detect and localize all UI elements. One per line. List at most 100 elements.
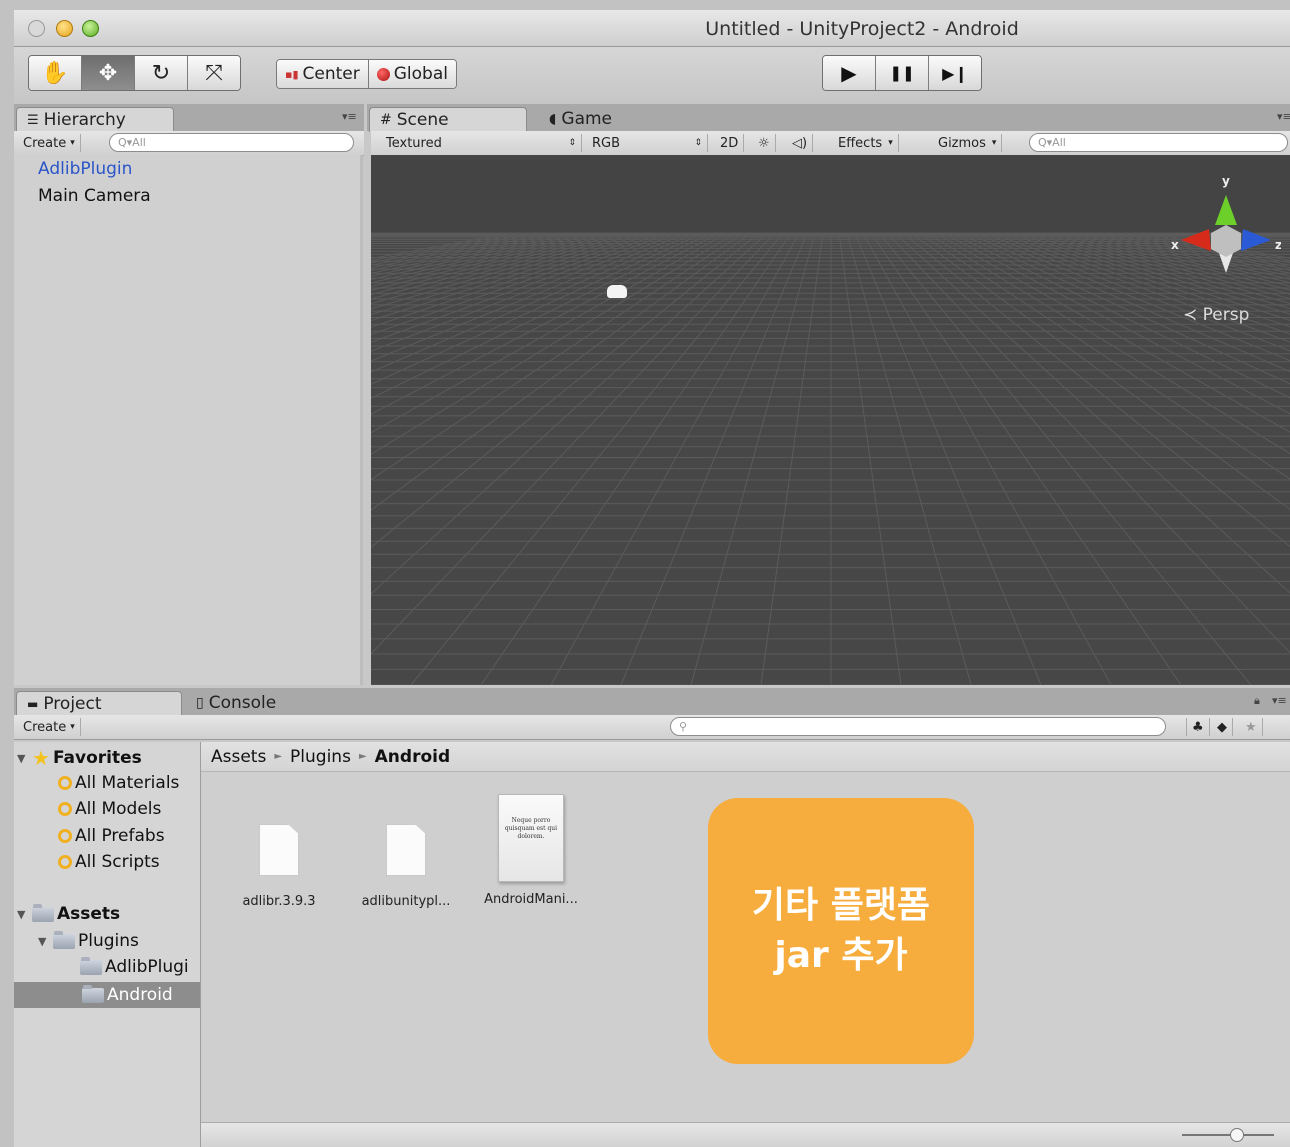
gizmo-y-label: y [1222, 174, 1230, 188]
projection-toggle[interactable]: ≺ Persp [1183, 305, 1249, 325]
favorite-search-button[interactable]: ★ [1240, 718, 1263, 736]
breadcrumb: Assets ► Plugins ► Android [201, 742, 1290, 772]
folder-icon [53, 930, 75, 949]
favorite-all-models[interactable]: All Models [58, 799, 161, 819]
favorite-all-scripts[interactable]: All Scripts [58, 852, 160, 872]
asset-file-adlibr[interactable]: adlibr.3.9.3 [219, 824, 339, 909]
y-axis-cone[interactable] [1215, 195, 1237, 225]
gizmo-x-label: x [1171, 238, 1179, 252]
tab-scene[interactable]: # Scene [369, 107, 527, 132]
play-button[interactable]: ▶ [823, 56, 876, 90]
tab-console[interactable]: ▯ Console [186, 691, 286, 715]
adlibplugin-folder[interactable]: AdlibPlugi [80, 956, 189, 977]
scene-audio-button[interactable]: ◁) [787, 134, 814, 152]
search-icon [58, 776, 72, 790]
callout-line-2: jar 추가 [774, 935, 908, 976]
folder-icon [82, 984, 104, 1003]
pivot-center-button[interactable]: ▪▮ Center [277, 60, 369, 88]
rotate-tool-button[interactable]: ↻ [135, 56, 188, 90]
scale-tool-button[interactable]: ⤧ [188, 56, 240, 90]
scene-grid [371, 155, 1290, 685]
orientation-gizmo[interactable]: y x z [1171, 165, 1281, 285]
pivot-center-label: Center [302, 64, 360, 84]
icon-size-slider[interactable] [1182, 1128, 1274, 1142]
asset-file-androidmanifest[interactable]: Neque porro quisquam est qui dolorem. An… [471, 794, 591, 907]
tab-hierarchy[interactable]: ☰ Hierarchy [16, 107, 174, 132]
hierarchy-item-main-camera[interactable]: Main Camera [38, 186, 151, 206]
tab-game[interactable]: ◖ Game [539, 107, 622, 131]
project-panel-menu-icon[interactable]: ▾≡ [1272, 694, 1287, 707]
favorite-all-materials[interactable]: All Materials [58, 773, 179, 793]
chevron-right-icon: ► [358, 751, 367, 762]
hierarchy-item-adlibplugin[interactable]: AdlibPlugin [38, 159, 132, 179]
tab-project-label: Project [43, 694, 102, 714]
document-preview-text: Neque porro quisquam est qui dolorem. [504, 817, 558, 840]
document-icon: Neque porro quisquam est qui dolorem. [498, 794, 564, 882]
pacman-icon: ◖ [549, 111, 557, 127]
favorite-label: All Scripts [75, 852, 160, 872]
file-icon [386, 824, 426, 876]
project-search-input[interactable]: ⚲ [670, 717, 1166, 736]
star-icon: ★ [1245, 719, 1257, 735]
pivot-global-button[interactable]: Global [368, 60, 456, 88]
breadcrumb-assets[interactable]: Assets [211, 747, 266, 767]
render-mode-value: RGB [592, 135, 621, 151]
breadcrumb-plugins[interactable]: Plugins [290, 747, 351, 767]
favorites-node[interactable]: ▼ ★ Favorites [17, 746, 142, 770]
x-axis-cone[interactable] [1181, 229, 1211, 251]
chevron-down-icon: ▾ [70, 138, 75, 148]
folder-icon [32, 903, 54, 922]
list-icon: ☰ [27, 112, 39, 128]
scene-object-icon[interactable] [607, 285, 627, 298]
callout-line-1: 기타 플랫폼 [751, 885, 931, 926]
filter-by-type-button[interactable]: ♣ [1186, 718, 1210, 736]
disclosure-triangle-icon[interactable]: ▼ [17, 908, 29, 921]
filter-by-label-button[interactable]: ◆ [1212, 718, 1233, 736]
render-mode-select[interactable]: RGB ⇕ [587, 134, 708, 152]
breadcrumb-android[interactable]: Android [375, 747, 451, 767]
project-tab-bar: ▬ Project ▯ Console 🔒︎ ▾≡ [14, 688, 1290, 716]
shapes-icon: ♣ [1192, 719, 1204, 735]
hand-tool-button[interactable]: ✋ [29, 56, 82, 90]
updown-icon: ⇕ [694, 138, 702, 148]
asset-label: adlibunitypl... [361, 894, 451, 909]
disclosure-triangle-icon[interactable]: ▼ [17, 752, 29, 765]
gizmo-center-cube[interactable] [1211, 225, 1241, 257]
plugins-node[interactable]: ▼ Plugins [38, 930, 139, 951]
pause-button[interactable]: ❚❚ [876, 56, 929, 90]
pivot-toggles: ▪▮ Center Global [276, 59, 457, 89]
android-folder[interactable]: Android [14, 982, 200, 1008]
project-create-button[interactable]: Create ▾ [18, 718, 81, 736]
hierarchy-search-input[interactable]: Q▾All [109, 133, 354, 152]
hierarchy-create-label: Create [23, 135, 67, 151]
asset-file-adlibunityplugin[interactable]: adlibunitypl... [346, 824, 466, 909]
favorite-all-prefabs[interactable]: All Prefabs [58, 826, 165, 846]
panel-menu-icon[interactable]: ▾≡ [342, 110, 357, 123]
gizmos-dropdown[interactable]: Gizmos ▾ [933, 134, 1003, 152]
scene-panel-menu-icon[interactable]: ▾≡ [1277, 110, 1290, 123]
scene-search-placeholder: Q▾All [1038, 136, 1066, 149]
shading-mode-select[interactable]: Textured ⇕ [381, 134, 582, 152]
step-button[interactable]: ▶❙ [929, 56, 981, 90]
shading-mode-value: Textured [386, 135, 442, 151]
chevron-down-icon: ▾ [991, 138, 997, 148]
asset-label: adlibr.3.9.3 [242, 894, 316, 909]
move-tool-button[interactable]: ✥ [82, 56, 135, 90]
scene-lighting-button[interactable]: ☼ [753, 134, 776, 152]
tab-project[interactable]: ▬ Project [16, 691, 182, 716]
slider-handle[interactable] [1230, 1128, 1244, 1142]
disclosure-triangle-icon[interactable]: ▼ [38, 935, 50, 948]
hierarchy-create-button[interactable]: Create ▾ [18, 134, 81, 152]
persp-label: Persp [1202, 305, 1250, 325]
effects-dropdown[interactable]: Effects ▾ [833, 134, 899, 152]
assets-node[interactable]: ▼ Assets [17, 903, 120, 924]
z-axis-cone[interactable] [1241, 229, 1271, 251]
file-icon [259, 824, 299, 876]
toggle-2d-button[interactable]: 2D [715, 134, 745, 152]
favorites-star-icon: ★ [32, 746, 50, 770]
title-bar: Untitled - UnityProject2 - Android [14, 10, 1290, 47]
lock-icon[interactable]: 🔒︎ [1254, 694, 1260, 708]
tab-scene-label: Scene [396, 110, 449, 130]
scene-search-input[interactable]: Q▾All [1029, 133, 1288, 152]
scene-view[interactable]: y x z ≺ Persp [371, 155, 1290, 685]
